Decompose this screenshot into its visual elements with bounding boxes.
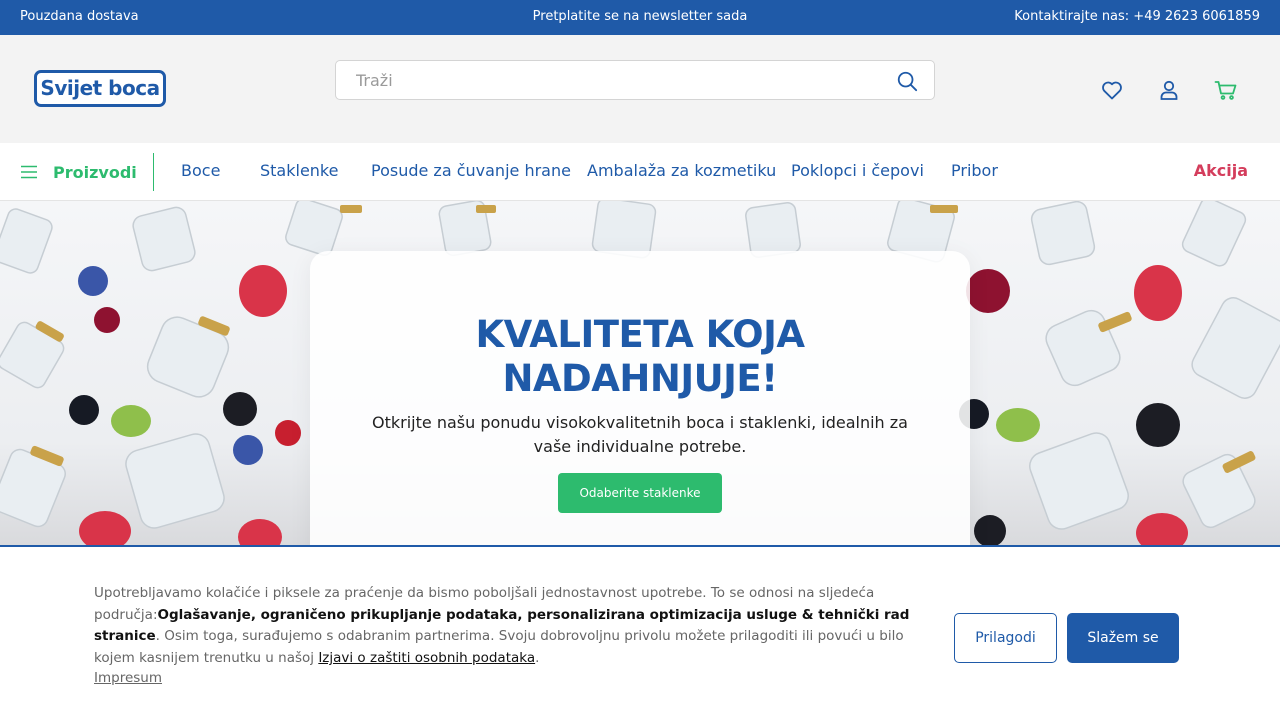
top-bar: Pouzdana dostava Pretplatite se na newsl… bbox=[0, 0, 1280, 35]
cart-icon[interactable] bbox=[1214, 78, 1238, 102]
choose-jars-button[interactable]: Odaberite staklenke bbox=[558, 473, 722, 513]
hamburger-icon bbox=[21, 165, 37, 179]
heart-icon[interactable] bbox=[1100, 78, 1124, 102]
impresum-link[interactable]: Impresum bbox=[94, 670, 162, 686]
cookie-banner: Upotrebljavamo kolačiće i piksele za pra… bbox=[0, 545, 1280, 720]
products-menu[interactable]: Proizvodi bbox=[20, 143, 137, 201]
products-label: Proizvodi bbox=[53, 162, 137, 182]
nav-item-staklenke[interactable]: Staklenke bbox=[260, 161, 338, 180]
nav-item-accessories[interactable]: Pribor bbox=[951, 161, 998, 180]
nav-divider bbox=[153, 153, 154, 191]
nav-item-sale[interactable]: Akcija bbox=[1194, 161, 1248, 180]
hero-card: KVALITETA KOJA NADAHNJUJE! Otkrijte našu… bbox=[310, 251, 970, 545]
nav-item-lids-caps[interactable]: Poklopci i čepovi bbox=[791, 161, 924, 180]
logo[interactable]: Svijet boca bbox=[34, 70, 166, 107]
hero-subtitle: Otkrijte našu ponudu visokokvalitetnih b… bbox=[372, 413, 908, 456]
search-box bbox=[335, 60, 935, 100]
hero-title-line-1: KVALITETA KOJA bbox=[475, 313, 805, 356]
cookie-text: Upotrebljavamo kolačiće i piksele za pra… bbox=[94, 583, 914, 670]
header: Svijet boca bbox=[0, 35, 1280, 143]
privacy-policy-link[interactable]: Izjavi o zaštiti osobnih podataka bbox=[318, 650, 535, 666]
search-icon[interactable] bbox=[896, 70, 918, 92]
customize-button[interactable]: Prilagodi bbox=[954, 613, 1057, 663]
hero-title: KVALITETA KOJA NADAHNJUJE! bbox=[310, 313, 970, 401]
hero-title-line-2: NADAHNJUJE! bbox=[502, 357, 778, 400]
cookie-end: . bbox=[535, 650, 540, 667]
nav-item-cosmetic-packaging[interactable]: Ambalaža za kozmetiku bbox=[587, 161, 776, 180]
accept-button[interactable]: Slažem se bbox=[1067, 613, 1179, 663]
nav-item-boce[interactable]: Boce bbox=[181, 161, 220, 180]
contact-text[interactable]: Kontaktirajte nas: +49 2623 6061859 bbox=[1014, 9, 1260, 24]
hero-banner: KVALITETA KOJA NADAHNJUJE! Otkrijte našu… bbox=[0, 201, 1280, 545]
search-input[interactable] bbox=[336, 61, 876, 99]
user-icon[interactable] bbox=[1157, 78, 1181, 102]
main-nav: Proizvodi Boce Staklenke Posude za čuvan… bbox=[0, 143, 1280, 201]
nav-item-food-containers[interactable]: Posude za čuvanje hrane bbox=[371, 161, 571, 180]
